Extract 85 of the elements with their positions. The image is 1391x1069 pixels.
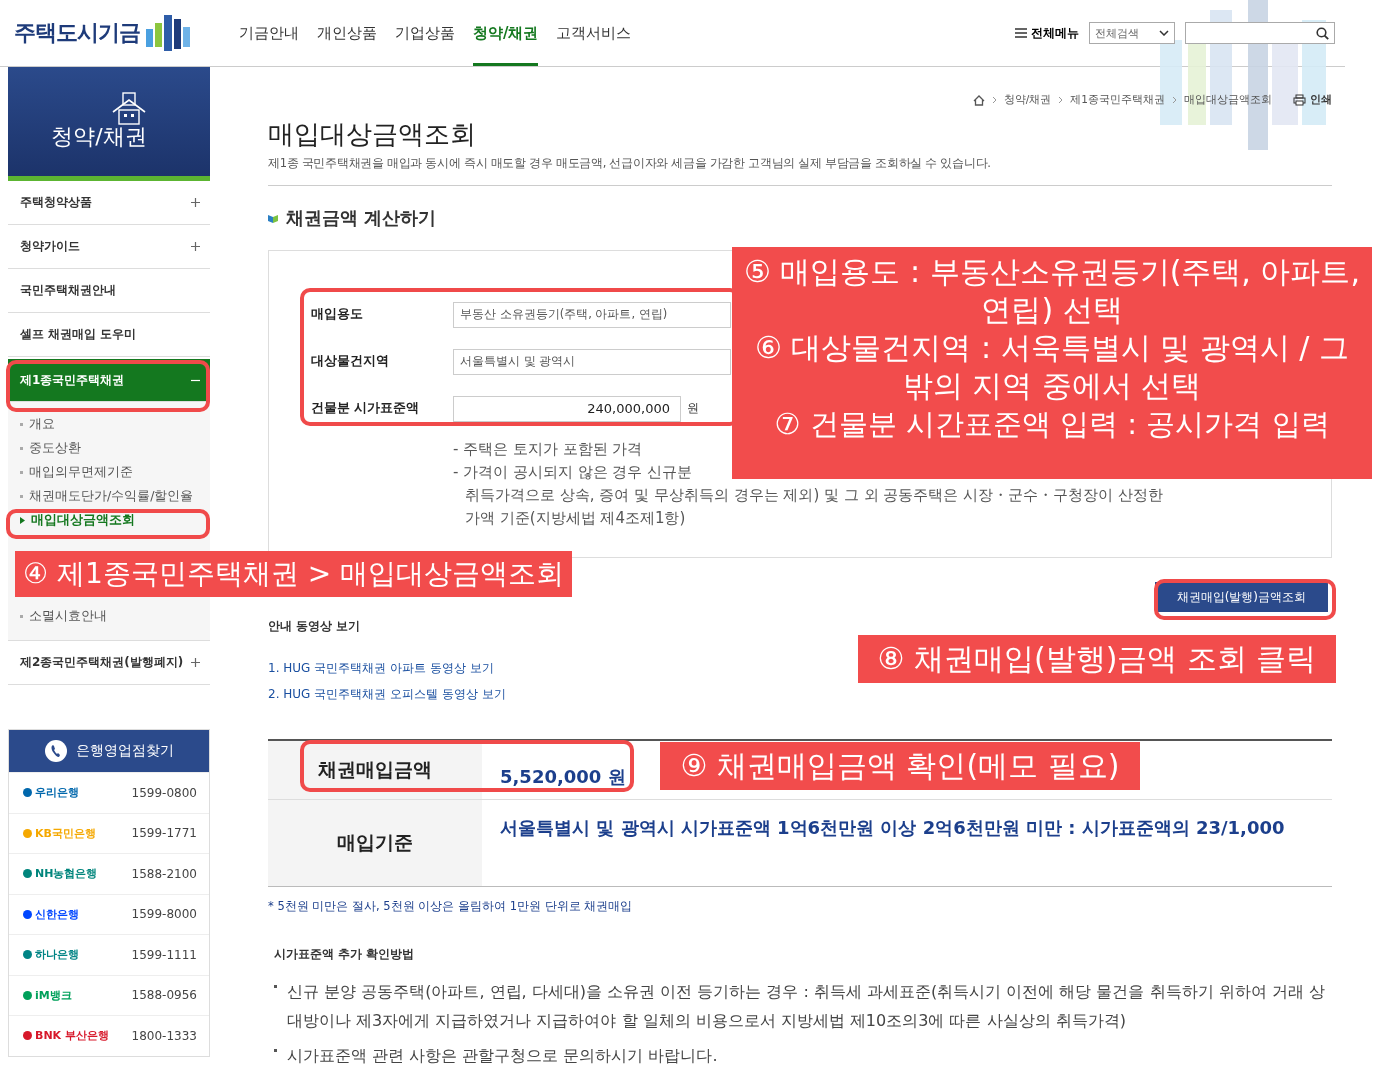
submenu-item[interactable]: 소멸시효안내 bbox=[8, 604, 210, 628]
printer-icon bbox=[1293, 94, 1306, 106]
page-description: 제1종 국민주택채권을 매입과 동시에 즉시 매도할 경우 매도금액, 선급이자와 세금을 가감한 고객님의 실제 부담금을 조회하실 수 있습니다. bbox=[268, 156, 992, 171]
field-label: 매입용도 bbox=[311, 306, 364, 323]
annotation-text: ⑧ 채권매입(발행)금액 조회 클릭 bbox=[877, 640, 1317, 678]
nav-menu-item[interactable]: 기금안내 bbox=[239, 0, 299, 66]
table-cell-value: 5,520,000 원 bbox=[500, 764, 626, 789]
annotation-text: ⑨ 채권매입금액 확인(메모 필요) bbox=[680, 747, 1120, 785]
select-field[interactable]: 부동산 소유권등기(주택, 아파트, 연립) bbox=[453, 301, 731, 328]
nav-menu-item[interactable]: 고객서비스 bbox=[556, 0, 632, 66]
search-scope-dropdown[interactable]: 전체검색 bbox=[1089, 22, 1175, 44]
print-button[interactable]: 인쇄 bbox=[1293, 93, 1332, 107]
select-field[interactable]: 서울특별시 및 광역시 bbox=[453, 348, 731, 375]
sidebar-menu-item[interactable]: 셀프 채권매입 도우미 bbox=[8, 313, 210, 357]
chevron-down-icon bbox=[1159, 30, 1169, 36]
building-icon bbox=[111, 91, 147, 126]
breadcrumb-link[interactable]: 매입대상금액조회 bbox=[1184, 93, 1272, 107]
submenu-item[interactable]: 매입대상금액조회 bbox=[8, 508, 210, 532]
note-text: - 주택은 토지가 포함된 가격 bbox=[453, 439, 643, 460]
bank-logo[interactable]: BNK 부산은행 bbox=[23, 1028, 109, 1044]
sidebar-menu-item[interactable]: 제2종국민주택채권(발행폐지) bbox=[8, 641, 210, 685]
home-icon[interactable] bbox=[972, 94, 985, 106]
phone-number: 1599-1111 bbox=[131, 947, 197, 962]
bank-logo[interactable]: NH농협은행 bbox=[23, 866, 98, 882]
input-field[interactable]: 240,000,000 bbox=[453, 395, 681, 422]
nav-menu-item[interactable]: 청약/채권 bbox=[473, 0, 539, 66]
sidebar-menu-item[interactable]: 국민주택채권안내 bbox=[8, 269, 210, 313]
table-cell-value: 서울특별시 및 광역시 시가표준액 1억6천만원 이상 2억6천만원 미만 : 시가표준액의 23/1,000 bbox=[500, 816, 1285, 840]
submenu-item[interactable]: 중도상환 bbox=[8, 436, 210, 460]
phone-number: 1599-1771 bbox=[131, 826, 197, 841]
plus-icon bbox=[191, 198, 200, 207]
breadcrumb-link[interactable]: 제1종국민주택채권 bbox=[1070, 93, 1165, 107]
book-icon bbox=[268, 213, 278, 223]
note-text: 가액 기준(지방세법 제4조제1항) bbox=[464, 508, 686, 529]
bank-logo[interactable]: 신한은행 bbox=[23, 906, 79, 922]
table-header-cell: 매입기준 bbox=[268, 800, 482, 886]
phone-number: 1800-1333 bbox=[131, 1028, 197, 1043]
bank-finder-header[interactable]: 은행영업점찾기 bbox=[9, 730, 209, 772]
footnote: * 5천원 미만은 절사, 5천원 이상은 올림하여 1만원 단위로 채권매입 bbox=[268, 899, 634, 914]
plus-icon bbox=[191, 658, 200, 667]
plus-icon bbox=[191, 242, 200, 251]
submenu-item[interactable]: 매입의무면제기준 bbox=[8, 460, 210, 484]
section-title: 채권금액 계산하기 bbox=[286, 206, 437, 230]
method-title: 시가표준액 추가 확인방법 bbox=[274, 946, 416, 963]
nav-menu-item[interactable]: 개인상품 bbox=[317, 0, 377, 66]
search-icon bbox=[1316, 26, 1329, 40]
note-text: - 가격이 공시되지 않은 경우 신규분 bbox=[453, 462, 693, 483]
submenu-item[interactable]: 채권매도단가/수익률/할인율 bbox=[8, 484, 210, 508]
video-guide-title: 안내 동영상 보기 bbox=[268, 618, 362, 635]
chevron-right-icon bbox=[1172, 96, 1177, 104]
logo-icon bbox=[146, 13, 192, 53]
submenu-item[interactable]: 개요 bbox=[8, 412, 210, 436]
bullet-text: 신규 분양 공동주택(아파트, 연립, 다세대)을 소유권 이전 등기하는 경우 : 취득세 과세표준(취득시기 이전에 해당 물건을 취득하기 위하여 거래 상대방이나 제3자에게 지급하였거나 지급하여야 할 일체의 비용으로서 지방세법 제10조의3에 따른 사실상의 취득가격) bbox=[287, 981, 1326, 1032]
nav-menu-item[interactable]: 기업상품 bbox=[395, 0, 455, 66]
annotation-text: ⑤ 매입용도 : 부동산소유권등기(주택, 아파트, 연립) 선택 bbox=[743, 253, 1361, 329]
video-link[interactable]: 1. HUG 국민주택채권 아파트 동영상 보기 bbox=[268, 655, 494, 681]
phone-number: 1599-8000 bbox=[131, 907, 197, 922]
triangle-icon bbox=[20, 516, 25, 524]
video-link[interactable]: 2. HUG 국민주택채권 오피스텔 동영상 보기 bbox=[268, 681, 506, 707]
phone-number: 1588-2100 bbox=[131, 866, 197, 881]
page-title: 매입대상금액조회 bbox=[268, 118, 477, 151]
note-text: 취득가격으로 상속, 증여 및 무상취득의 경우는 제외) 및 그 외 공동주택은 시장・군수・구청장이 산정한 bbox=[464, 485, 1163, 506]
field-label: 대상물건지역 bbox=[311, 353, 390, 370]
sidebar-menu-item[interactable]: 청약가이드 bbox=[8, 225, 210, 269]
bank-logo[interactable]: 하나은행 bbox=[23, 947, 79, 963]
annotation-text: ⑦ 건물분 시간표준액 입력 : 공시가격 입력 bbox=[773, 406, 1331, 443]
site-logo[interactable]: 주택도시기금 bbox=[14, 18, 140, 48]
phone-number: 1599-0800 bbox=[131, 785, 197, 800]
all-menu-button[interactable]: 전체메뉴 bbox=[1015, 24, 1079, 42]
annotation-text: ④ 제1종국민주택채권 > 매입대상금액조회 bbox=[23, 556, 565, 592]
menu-icon bbox=[1015, 28, 1027, 38]
chevron-right-icon bbox=[1058, 96, 1064, 104]
bullet-text: 시가표준액 관련 사항은 관할구청으로 문의하시기 바랍니다. bbox=[287, 1045, 718, 1067]
sidebar-title: 청약/채권 bbox=[51, 122, 147, 151]
search-field[interactable] bbox=[1185, 22, 1335, 44]
sidebar-menu-item[interactable]: 주택청약상품 bbox=[8, 181, 210, 225]
field-label: 건물분 시가표준액 bbox=[311, 400, 421, 417]
phone-number: 1588-0956 bbox=[131, 988, 197, 1003]
unit-label: 원 bbox=[687, 400, 699, 417]
chevron-right-icon bbox=[991, 96, 997, 104]
phone-icon bbox=[44, 739, 68, 763]
inquiry-button[interactable]: 채권매입(발행)금액조회 bbox=[1154, 582, 1328, 612]
breadcrumb-link[interactable]: 청약/채권 bbox=[1003, 93, 1052, 107]
bank-logo[interactable]: 우리은행 bbox=[23, 785, 79, 801]
annotation-text: ⑥ 대상물건지역 : 서욱특별시 및 광역시 / 그 밖의 지역 중에서 선택 bbox=[754, 329, 1350, 405]
